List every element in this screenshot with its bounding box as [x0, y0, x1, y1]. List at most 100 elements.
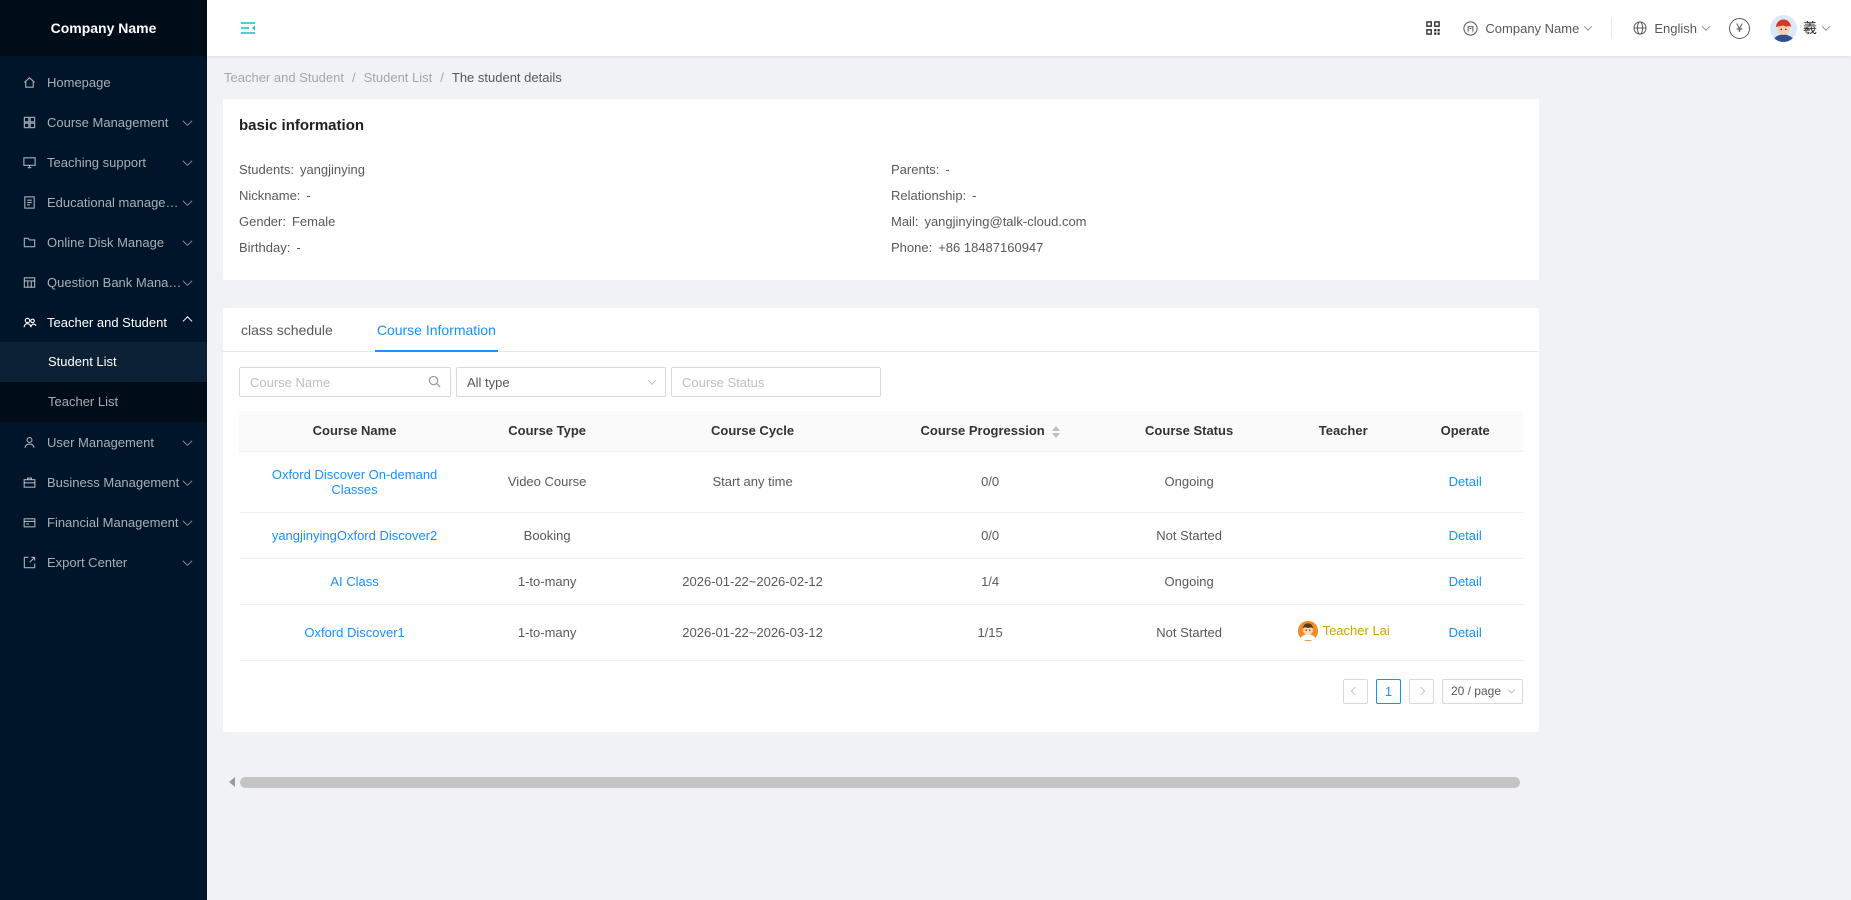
sidebar-item-teacher-and-student[interactable]: Teacher and Student: [0, 302, 207, 342]
breadcrumb-item[interactable]: Teacher and Student: [224, 70, 344, 85]
tab-class-schedule[interactable]: class schedule: [239, 308, 335, 352]
info-row: Birthday:-: [239, 240, 871, 256]
chevron-down-icon: [183, 116, 193, 126]
sidebar-item-label: User Management: [47, 435, 184, 450]
info-value: -: [972, 188, 976, 203]
sidebar-item-homepage[interactable]: Homepage: [0, 62, 207, 102]
info-label: Mail:: [891, 214, 918, 229]
course-type-value: All type: [467, 375, 510, 390]
sidebar-item-question-bank-management[interactable]: Question Bank Management: [0, 262, 207, 302]
scroll-left-arrow-icon[interactable]: [229, 777, 235, 787]
info-row: Students:yangjinying: [239, 162, 871, 178]
sidebar-item-student-list[interactable]: Student List: [0, 342, 207, 382]
pagination-next-button[interactable]: [1409, 679, 1434, 704]
pagination-prev-button[interactable]: [1343, 679, 1368, 704]
sidebar-item-business-management[interactable]: Business Management: [0, 462, 207, 502]
sidebar-item-teacher-list[interactable]: Teacher List: [0, 382, 207, 422]
pagination-page-1[interactable]: 1: [1376, 679, 1401, 704]
qr-code-icon[interactable]: [1424, 19, 1442, 37]
sidebar-item-label: Export Center: [47, 555, 184, 570]
info-row: Nickname:-: [239, 188, 871, 204]
column-header-operate: Operate: [1407, 411, 1523, 451]
course-name-link[interactable]: AI Class: [330, 574, 378, 589]
course-status-cell: Ongoing: [1099, 558, 1279, 604]
course-name-link[interactable]: Oxford Discover On-demand Classes: [272, 467, 437, 497]
chevron-left-icon: [1351, 687, 1359, 695]
page-size-select[interactable]: 20 / page: [1442, 679, 1523, 704]
sidebar-item-financial-management[interactable]: Financial Management: [0, 502, 207, 542]
sidebar-item-label: Business Management: [47, 475, 184, 490]
home-icon: [22, 75, 37, 90]
detail-link[interactable]: Detail: [1449, 574, 1482, 589]
course-name-link[interactable]: Oxford Discover1: [304, 625, 404, 640]
column-header-course-status: Course Status: [1099, 411, 1279, 451]
teacher-avatar: [1297, 620, 1319, 642]
course-progression-cell: 0/0: [881, 512, 1099, 558]
menu-fold-icon[interactable]: [239, 19, 257, 37]
basic-information-card: basic information Students:yangjinying N…: [223, 99, 1539, 280]
tab-course-information[interactable]: Course Information: [375, 308, 498, 352]
course-card: class schedule Course Information All ty…: [223, 308, 1539, 732]
app-window: Company Name Homepage Course Management …: [0, 0, 1851, 900]
column-header-course-name: Course Name: [239, 411, 470, 451]
detail-link[interactable]: Detail: [1449, 474, 1482, 489]
course-type-select[interactable]: All type: [456, 367, 666, 397]
user-icon: [22, 435, 37, 450]
sidebar-item-label: Question Bank Management: [47, 275, 184, 290]
chevron-down-icon: [183, 516, 193, 526]
team-icon: [22, 315, 37, 330]
chevron-down-icon: [183, 236, 193, 246]
info-label: Parents:: [891, 162, 939, 177]
user-menu[interactable]: 羲: [1770, 15, 1829, 42]
chevron-down-icon: [1584, 22, 1592, 30]
folder-icon: [22, 235, 37, 250]
table-row: AI Class 1-to-many 2026-01-22~2026-02-12…: [239, 558, 1523, 604]
breadcrumb-separator: /: [440, 70, 444, 85]
table-header-row: Course Name Course Type Course Cycle Cou…: [239, 411, 1523, 451]
sidebar-item-educational-management[interactable]: Educational management: [0, 182, 207, 222]
course-status-cell: Not Started: [1099, 512, 1279, 558]
company-logo: Company Name: [0, 0, 207, 56]
section-title: basic information: [239, 117, 1523, 134]
scrollbar-thumb[interactable]: [240, 777, 1520, 788]
course-status-select[interactable]: Course Status: [671, 367, 881, 397]
question-bank-icon: [22, 275, 37, 290]
sidebar-item-course-management[interactable]: Course Management: [0, 102, 207, 142]
info-label: Birthday:: [239, 240, 290, 255]
finance-card-icon: [22, 515, 37, 530]
breadcrumb: Teacher and Student / Student List / The…: [224, 70, 1851, 85]
detail-link[interactable]: Detail: [1449, 625, 1482, 640]
detail-link[interactable]: Detail: [1449, 528, 1482, 543]
sidebar-item-online-disk-manage[interactable]: Online Disk Manage: [0, 222, 207, 262]
column-header-teacher: Teacher: [1279, 411, 1407, 451]
info-row: Gender:Female: [239, 214, 871, 230]
chevron-down-icon: [183, 276, 193, 286]
search-icon[interactable]: [427, 374, 442, 394]
sidebar-item-export-center[interactable]: Export Center: [0, 542, 207, 582]
course-name-input[interactable]: [239, 367, 451, 397]
company-switcher[interactable]: Company Name: [1462, 20, 1591, 37]
breadcrumb-item[interactable]: Student List: [364, 70, 433, 85]
column-header-course-cycle: Course Cycle: [624, 411, 881, 451]
chevron-down-icon: [183, 196, 193, 206]
sort-icon[interactable]: [1052, 426, 1060, 438]
table-row: Oxford Discover On-demand Classes Video …: [239, 451, 1523, 512]
sidebar-item-user-management[interactable]: User Management: [0, 422, 207, 462]
info-row: Mail:yangjinying@talk-cloud.com: [891, 214, 1523, 230]
sidebar-item-teaching-support[interactable]: Teaching support: [0, 142, 207, 182]
chevron-down-icon: [183, 556, 193, 566]
top-bar: Company Name English ¥ 羲: [207, 0, 1851, 56]
course-name-link[interactable]: yangjinyingOxford Discover2: [272, 528, 437, 543]
page-size-value: 20 / page: [1451, 684, 1501, 698]
course-progression-cell: 0/0: [881, 451, 1099, 512]
table-row: Oxford Discover1 1-to-many 2026-01-22~20…: [239, 604, 1523, 660]
column-header-course-progression[interactable]: Course Progression: [881, 411, 1099, 451]
currency-yen-icon[interactable]: ¥: [1729, 18, 1750, 39]
sidebar-item-label: Teaching support: [47, 155, 184, 170]
caret-up-icon: [1052, 426, 1060, 431]
course-table: Course Name Course Type Course Cycle Cou…: [239, 411, 1523, 661]
sidebar-item-label: Financial Management: [47, 515, 184, 530]
language-switcher[interactable]: English: [1632, 20, 1709, 36]
teacher-cell: Teacher Lai: [1297, 620, 1390, 642]
course-name-filter: [239, 367, 451, 397]
